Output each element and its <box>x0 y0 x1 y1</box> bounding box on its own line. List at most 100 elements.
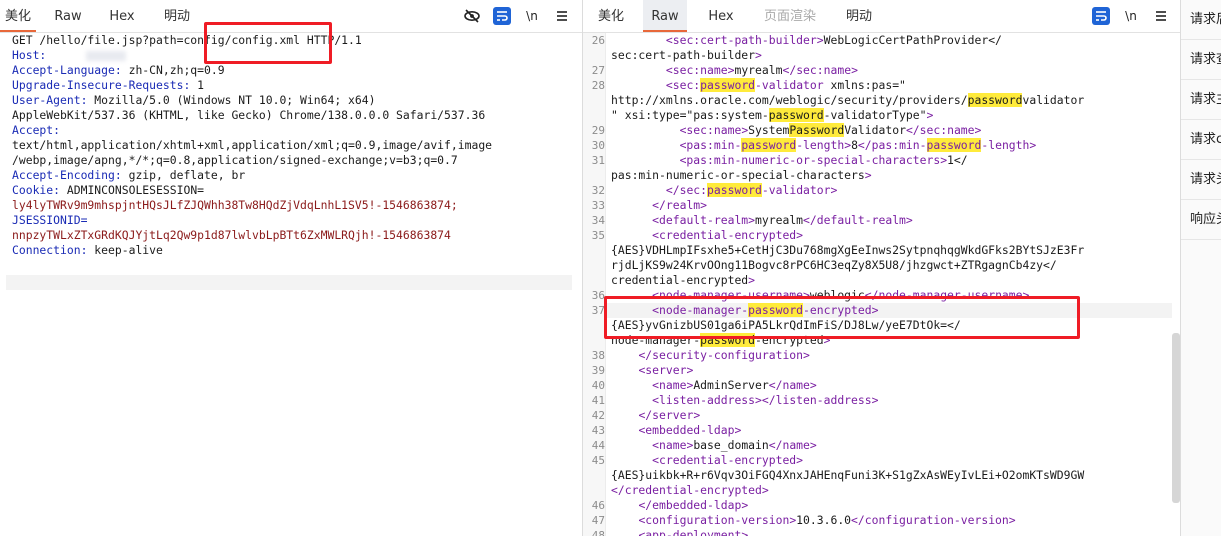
line-number: 29 <box>591 124 605 137</box>
line-number: 30 <box>591 139 605 152</box>
line-number: 44 <box>591 439 605 452</box>
response-line: credential-encrypted> <box>611 273 756 287</box>
wrap-icon[interactable] <box>493 7 511 25</box>
response-line: <credential-encrypted> <box>652 453 804 467</box>
header-value: Mozilla/5.0 (Windows NT 10.0; Win64; x64… <box>87 93 376 107</box>
tab-hex[interactable]: Hex <box>100 0 144 32</box>
request-line: ly4lyTWRv9m9mhspjntHQsJLfZJQWhh38Tw8HQdZ… <box>12 198 458 213</box>
newline-icon[interactable]: \n <box>523 7 541 25</box>
request-editor[interactable]: GET /hello/file.jsp?path=config/config.x… <box>0 33 582 536</box>
tab-pretty[interactable]: 美化 <box>591 0 631 32</box>
header-value: text/html,application/xhtml+xml,applicat… <box>12 138 493 152</box>
line-number: 32 <box>591 184 605 197</box>
scrollbar-thumb[interactable] <box>1172 333 1180 503</box>
tab-pretty[interactable]: 美化 <box>0 0 36 32</box>
tab-raw[interactable]: Raw <box>643 0 687 32</box>
inspector-item[interactable]: 请求c <box>1181 120 1221 160</box>
response-tabbar: 美化 Raw Hex 页面渲染 明动 \n <box>583 0 1180 33</box>
response-line: <configuration-version>10.3.6.0</configu… <box>638 513 1016 527</box>
response-line: <app-deployment> <box>638 528 749 536</box>
request-line: JSESSIONID= <box>12 213 87 228</box>
redacted-host <box>86 50 127 61</box>
cursor-line <box>6 275 572 290</box>
tab-render[interactable]: 明动 <box>156 0 198 32</box>
response-line: <sec:name>SystemPasswordValidator</sec:n… <box>679 123 982 137</box>
response-line: </server> <box>638 408 701 422</box>
request-line: Connection: keep-alive <box>12 243 163 258</box>
line-number: 48 <box>591 529 605 536</box>
line-number: 38 <box>591 349 605 362</box>
response-line: </embedded-ldap> <box>638 498 749 512</box>
response-line: <embedded-ldap> <box>638 423 742 437</box>
response-line: rjdLjKS9w24KrvOOng11Bogvc8rPC6HC3eqZy8X5… <box>611 258 1057 272</box>
header-name: Connection: <box>12 243 88 257</box>
request-line: Accept-Encoding: gzip, deflate, br <box>12 168 245 183</box>
newline-icon[interactable]: \n <box>1122 7 1140 25</box>
response-line: </security-configuration> <box>638 348 810 362</box>
response-editor[interactable]: 26 <sec:cert-path-builder>WebLogicCertPa… <box>583 33 1180 536</box>
tab-raw[interactable]: Raw <box>48 0 88 32</box>
line-number: 27 <box>591 64 605 77</box>
request-line: Host: <box>12 48 127 63</box>
header-name: User-Agent: <box>12 93 88 107</box>
line-number: 28 <box>591 79 605 92</box>
header-value: zh-CN,zh;q=0.9 <box>121 63 225 77</box>
response-line: sec:cert-path-builder> <box>611 48 762 62</box>
inspector-item[interactable]: 响应头 <box>1181 200 1221 240</box>
request-line: text/html,application/xhtml+xml,applicat… <box>12 138 492 153</box>
response-line: pas:min-numeric-or-special-characters> <box>611 168 872 182</box>
response-line: {AES}VDHLmpIFsxhe5+CetHjC3Du768mgXgEeInw… <box>611 243 1085 257</box>
response-line: " xsi:type="pas:system-password-validato… <box>611 108 934 122</box>
response-line: <credential-encrypted> <box>652 228 804 242</box>
menu-icon[interactable] <box>553 7 571 25</box>
wrap-icon[interactable] <box>1092 7 1110 25</box>
header-name: Upgrade-Insecure-Requests: <box>12 78 191 92</box>
response-line: <server> <box>638 363 694 377</box>
line-number: 47 <box>591 514 605 527</box>
inspector-item[interactable]: 请求查 <box>1181 40 1221 80</box>
annotation-box-path <box>204 22 332 64</box>
header-value: AppleWebKit/537.36 (KHTML, like Gecko) C… <box>12 108 486 122</box>
menu-icon[interactable] <box>1152 7 1170 25</box>
inspector-item[interactable]: 请求主 <box>1181 80 1221 120</box>
response-line: </sec:password-validator> <box>665 183 838 197</box>
response-line: <pas:min-password-length>8</pas:min-pass… <box>679 138 1037 152</box>
tab-render[interactable]: 明动 <box>837 0 881 32</box>
line-number: 34 <box>591 214 605 227</box>
tab-hex[interactable]: Hex <box>699 0 743 32</box>
inspector-item[interactable]: 请求后 <box>1181 0 1221 40</box>
request-line: Upgrade-Insecure-Requests: 1 <box>12 78 204 93</box>
tab-page-render[interactable]: 页面渲染 <box>755 0 825 32</box>
header-value: ADMINCONSOLESESSION= <box>60 183 205 197</box>
response-line: </realm> <box>652 198 708 212</box>
response-line: </credential-encrypted> <box>611 483 769 497</box>
line-number: 45 <box>591 454 605 467</box>
line-number: 41 <box>591 394 605 407</box>
header-value: 1 <box>190 78 205 92</box>
request-line: AppleWebKit/537.36 (KHTML, like Gecko) C… <box>12 108 485 123</box>
response-line: <name>base_domain</name> <box>652 438 817 452</box>
response-line: <pas:min-numeric-or-special-characters>1… <box>679 153 968 167</box>
header-name: Accept: <box>12 123 61 137</box>
annotation-box-password <box>604 296 1080 339</box>
eye-off-icon[interactable] <box>463 7 481 25</box>
line-number: 42 <box>591 409 605 422</box>
line-number: 26 <box>591 34 605 47</box>
response-line: <sec:name>myrealm</sec:name> <box>665 63 858 77</box>
response-line: http://xmlns.oracle.com/weblogic/securit… <box>611 93 1085 107</box>
request-line: /webp,image/apng,*/*;q=0.8,application/s… <box>12 153 458 168</box>
inspector-item[interactable]: 请求头 <box>1181 160 1221 200</box>
response-line: <sec:password-validator xmlns:pas=" <box>665 78 906 92</box>
response-line: <default-realm>myrealm</default-realm> <box>652 213 913 227</box>
request-line: Accept: <box>12 123 60 138</box>
request-line: Cookie: ADMINCONSOLESESSION= <box>12 183 204 198</box>
cookie-value: ly4lyTWRv9m9mhspjntHQsJLfZJQWhh38Tw8HQdZ… <box>12 198 458 212</box>
response-line: <listen-address></listen-address> <box>652 393 879 407</box>
response-line: <sec:cert-path-builder>WebLogicCertPathP… <box>665 33 1002 47</box>
header-value: keep-alive <box>87 243 163 257</box>
line-number: 33 <box>591 199 605 212</box>
response-pane: 美化 Raw Hex 页面渲染 明动 \n 26 <sec:cert-path-… <box>583 0 1181 536</box>
header-name: Cookie: <box>12 183 61 197</box>
line-number: 40 <box>591 379 605 392</box>
request-line: User-Agent: Mozilla/5.0 (Windows NT 10.0… <box>12 93 375 108</box>
